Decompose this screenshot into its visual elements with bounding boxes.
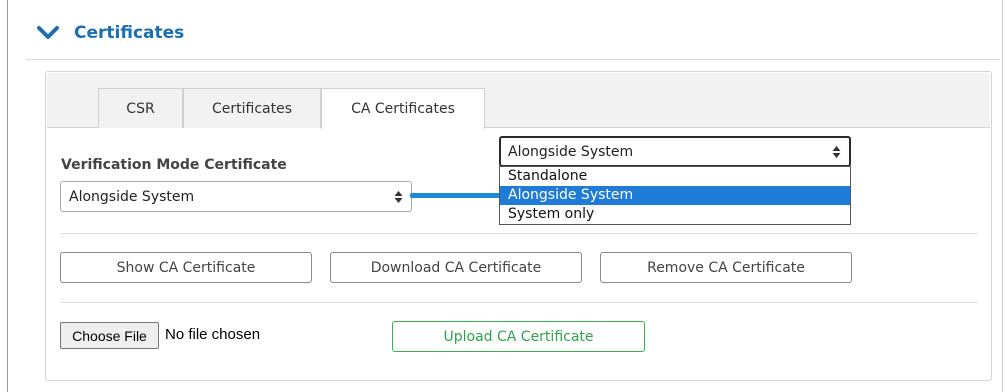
expanded-select-value: Alongside System [508,143,634,160]
show-ca-certificate-button[interactable]: Show CA Certificate [60,252,312,283]
tab-certificates[interactable]: Certificates [183,88,321,128]
dropdown-option-alongside-system[interactable]: Alongside System [500,186,850,205]
callout-connector [410,193,500,198]
select-arrows-icon [394,190,403,204]
file-status-text: No file chosen [165,326,261,343]
upload-ca-certificate-button[interactable]: Upload CA Certificate [392,321,645,352]
section-title: Certificates [74,23,185,43]
divider [60,233,978,234]
select-arrows-icon [832,145,841,159]
tab-bar: CSR Certificates CA Certificates [47,73,990,129]
verification-mode-value: Alongside System [69,188,195,205]
download-ca-certificate-button[interactable]: Download CA Certificate [330,252,582,283]
dropdown-option-system-only[interactable]: System only [500,205,850,224]
section-header[interactable]: Certificates [26,18,184,48]
dropdown-options-list: Standalone Alongside System System only [499,166,851,225]
window-frame-left [7,0,8,392]
verification-mode-select-expanded[interactable]: Alongside System [499,136,851,167]
tab-ca-certificates[interactable]: CA Certificates [321,88,485,129]
dropdown-option-standalone[interactable]: Standalone [500,167,850,186]
window-frame-right [1002,0,1003,392]
remove-ca-certificate-button[interactable]: Remove CA Certificate [600,252,852,283]
verification-mode-select[interactable]: Alongside System [60,181,412,212]
tab-csr[interactable]: CSR [98,88,183,128]
choose-file-button[interactable]: Choose File [60,322,159,349]
divider [60,302,978,303]
verification-mode-label: Verification Mode Certificate [61,157,287,173]
header-divider [26,59,1000,60]
chevron-down-icon[interactable] [36,21,60,45]
